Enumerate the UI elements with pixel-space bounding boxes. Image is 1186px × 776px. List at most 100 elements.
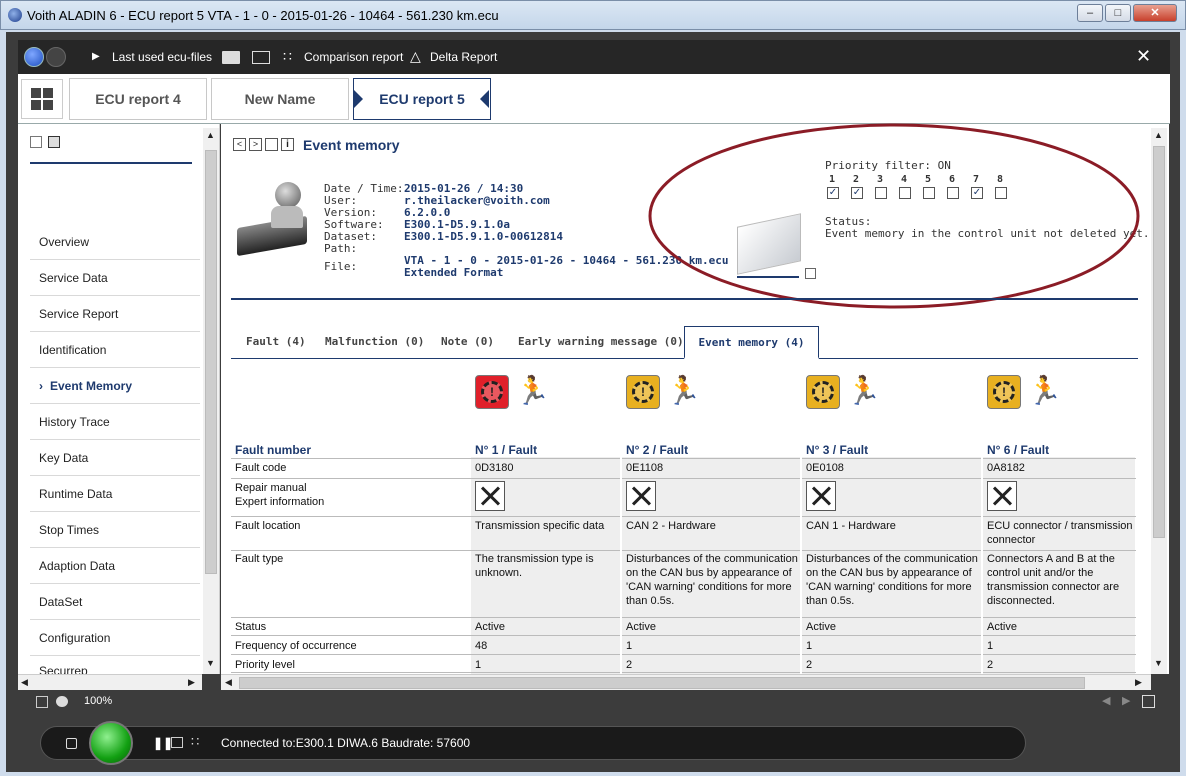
status-next-icon[interactable]: ▶	[1122, 694, 1130, 707]
main-hscroll-thumb[interactable]	[239, 677, 1085, 689]
next-icon[interactable]: >	[249, 138, 262, 151]
save-icon[interactable]	[48, 136, 60, 148]
tab-new-name[interactable]: New Name	[211, 78, 349, 120]
expand-icon[interactable]	[1142, 695, 1155, 708]
sidebar-scrollbar[interactable]: ▲ ▼	[203, 128, 219, 674]
sidebar-scroll-thumb[interactable]	[205, 150, 217, 574]
play-icon: ▶	[92, 51, 100, 62]
header-divider	[231, 298, 1138, 300]
fit-icon[interactable]	[36, 696, 48, 708]
fault-code-value: 0A8182	[987, 462, 1025, 474]
tools-icon[interactable]	[987, 481, 1017, 511]
sidebar-hscrollbar[interactable]: ◀ ▶	[18, 674, 202, 690]
tab-note[interactable]: Note (0)	[441, 326, 494, 358]
fault-table: Fault number Fault code Repair manual Exper…	[231, 369, 1136, 674]
sidebar-item-key-data[interactable]: Key Data	[30, 440, 200, 476]
sidebar-scroll-left-icon[interactable]: ◀	[21, 677, 28, 688]
minimize-button[interactable]: –	[1077, 4, 1103, 22]
sidebar-item-identification[interactable]: Identification	[30, 332, 200, 368]
forward-icon[interactable]	[46, 47, 66, 67]
comparison-report-button[interactable]: Comparison report	[304, 50, 403, 64]
mail-icon[interactable]	[252, 51, 270, 64]
frequency-value: 1	[626, 640, 633, 652]
main-scroll-up-icon[interactable]: ▲	[1154, 130, 1163, 140]
tab-event-memory[interactable]: Event memory (4)	[684, 326, 819, 359]
row-separator	[231, 478, 1136, 479]
main-scroll-left-icon[interactable]: ◀	[225, 677, 232, 688]
tools-icon[interactable]	[475, 481, 505, 511]
tools-icon[interactable]	[806, 481, 836, 511]
ecu-device-image	[235, 180, 311, 262]
print-icon[interactable]	[30, 136, 42, 148]
main-scrollbar[interactable]: ▲ ▼	[1151, 128, 1167, 674]
info-icon[interactable]: i	[281, 138, 294, 151]
folder-icon[interactable]	[222, 51, 240, 64]
highlight-oval	[648, 123, 1140, 309]
export-icon[interactable]	[171, 737, 183, 748]
running-man-icon: 🏃	[846, 374, 881, 407]
fault-location-value: ECU connector / transmission connector	[987, 520, 1133, 546]
tab-ecu-report-5[interactable]: ECU report 5	[353, 78, 491, 120]
sidebar-item-event-memory[interactable]: › Event Memory	[30, 368, 200, 404]
comment-icon[interactable]	[56, 696, 68, 707]
row-separator	[231, 617, 1136, 618]
zoom-level: 100%	[84, 695, 113, 707]
fault-code-value: 0E0108	[806, 462, 844, 474]
fault-location-value: CAN 2 - Hardware	[626, 520, 716, 532]
sidebar-item-adaption-data[interactable]: Adaption Data	[30, 548, 200, 584]
tiles-icon[interactable]	[21, 79, 63, 119]
print-page-icon[interactable]	[265, 138, 278, 151]
sidebar-item-service-data[interactable]: Service Data	[30, 260, 200, 296]
status-prev-icon[interactable]: ◀	[1102, 694, 1110, 707]
sidebar-item-label: History Trace	[39, 415, 110, 429]
running-man-icon: 🏃	[515, 374, 550, 407]
main-scroll-right-icon[interactable]: ▶	[1135, 677, 1142, 688]
main-scroll-thumb[interactable]	[1153, 146, 1165, 538]
tab-fault[interactable]: Fault (4)	[246, 326, 306, 358]
connection-status-led[interactable]	[89, 721, 133, 765]
prev-icon[interactable]: <	[233, 138, 246, 151]
scroll-up-icon[interactable]: ▲	[206, 130, 215, 140]
gear-warning-icon: !	[481, 381, 503, 403]
main-scroll-down-icon[interactable]: ▼	[1154, 658, 1163, 668]
column-separator	[981, 457, 983, 674]
sidebar-item-stop-times[interactable]: Stop Times	[30, 512, 200, 548]
sidebar-item-configuration[interactable]: Configuration	[30, 620, 200, 656]
stop-icon[interactable]	[66, 738, 77, 749]
tab-malfunction[interactable]: Malfunction (0)	[325, 326, 424, 358]
grid-small-icon[interactable]: ∷	[191, 734, 199, 750]
back-icon[interactable]	[24, 47, 44, 67]
sidebar-item-runtime-data[interactable]: Runtime Data	[30, 476, 200, 512]
maximize-button[interactable]: □	[1105, 4, 1131, 22]
status-row-label: Status	[235, 621, 267, 633]
tab-ecu-report-4[interactable]: ECU report 4	[69, 78, 207, 120]
chevron-right-icon: ›	[39, 379, 43, 393]
sidebar-item-service-report[interactable]: Service Report	[30, 296, 200, 332]
tools-icon[interactable]	[626, 481, 656, 511]
fault-column-header: N° 3 / Fault	[806, 443, 869, 457]
sidebar-item-label: Runtime Data	[39, 487, 113, 501]
window-title: Voith ALADIN 6 - ECU report 5 VTA - 1 - …	[27, 8, 499, 23]
main-hscrollbar[interactable]: ◀ ▶	[221, 674, 1151, 690]
tab-left-arrow-icon	[354, 90, 363, 108]
fault-code-value: 0E1108	[626, 462, 664, 474]
fault-code-value: 0D3180	[475, 462, 514, 474]
sidebar-item-history-trace[interactable]: History Trace	[30, 404, 200, 440]
close-window-button[interactable]: ✕	[1133, 4, 1177, 22]
scroll-down-icon[interactable]: ▼	[206, 658, 215, 668]
status-value: Active	[987, 621, 1017, 633]
close-icon[interactable]: ✕	[1136, 46, 1151, 67]
fault-column-header: N° 2 / Fault	[626, 443, 689, 457]
fault-location-value: Transmission specific data	[475, 520, 605, 532]
tab-right-arrow-icon	[480, 90, 489, 108]
sidebar-item-overview[interactable]: Overview	[30, 224, 200, 260]
fault-severity-icon: !	[475, 375, 509, 409]
tab-early-warning-message[interactable]: Early warning message (0)	[518, 326, 684, 358]
sidebar-item-securrep[interactable]: Securrep	[30, 656, 200, 676]
last-used-files-button[interactable]: Last used ecu-files	[112, 50, 212, 64]
sidebar-item-dataset[interactable]: DataSet	[30, 584, 200, 620]
sidebar-scroll-right-icon[interactable]: ▶	[188, 677, 195, 688]
delta-report-button[interactable]: Delta Report	[430, 50, 497, 64]
running-man-icon: 🏃	[666, 374, 701, 407]
fault-severity-icon: !	[987, 375, 1021, 409]
